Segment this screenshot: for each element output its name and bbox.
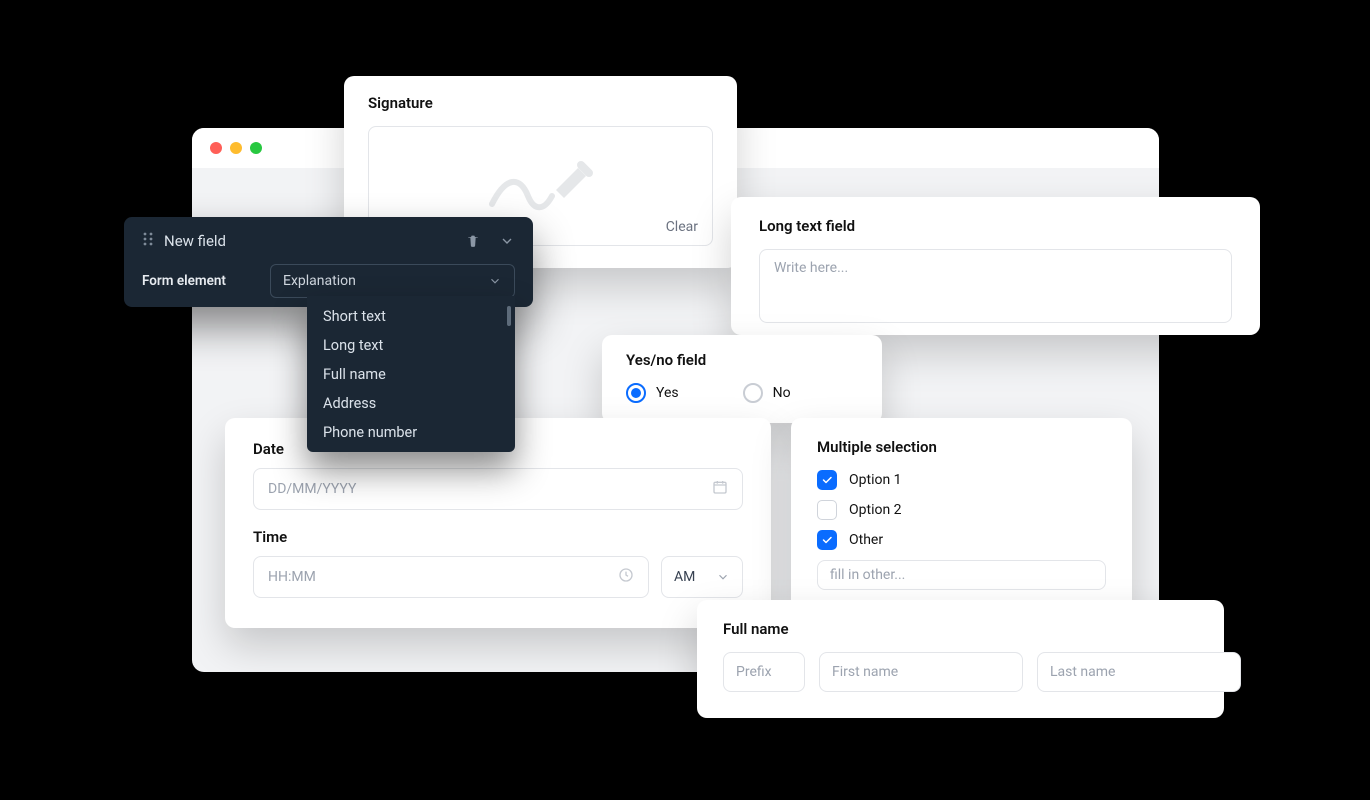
time-label: Time bbox=[253, 528, 743, 546]
multi-option-label: Option 1 bbox=[849, 472, 902, 488]
checkbox-icon bbox=[817, 530, 837, 550]
dropdown-scrollbar[interactable] bbox=[507, 306, 511, 326]
yesno-card: Yes/no field Yes No bbox=[602, 335, 882, 423]
dropdown-item[interactable]: Full name bbox=[307, 360, 515, 389]
longtext-title: Long text field bbox=[759, 217, 1232, 235]
collapse-toggle[interactable] bbox=[499, 233, 515, 249]
close-window-button[interactable] bbox=[210, 142, 222, 154]
prefix-input[interactable] bbox=[723, 652, 805, 692]
last-name-input[interactable] bbox=[1037, 652, 1241, 692]
drag-handle-icon[interactable] bbox=[142, 231, 154, 250]
form-element-value: Explanation bbox=[283, 273, 356, 289]
first-name-input[interactable] bbox=[819, 652, 1023, 692]
yesno-no-radio[interactable]: No bbox=[743, 383, 791, 403]
chevron-down-icon bbox=[716, 570, 730, 584]
longtext-card: Long text field bbox=[731, 197, 1260, 335]
chevron-down-icon bbox=[499, 233, 515, 249]
yesno-no-label: No bbox=[773, 385, 791, 401]
maximize-window-button[interactable] bbox=[250, 142, 262, 154]
form-element-dropdown: Short text Long text Full name Address P… bbox=[307, 296, 515, 452]
new-field-panel: New field Form element Explanation bbox=[124, 217, 533, 307]
multi-card: Multiple selection Option 1 Option 2 Oth… bbox=[791, 418, 1132, 610]
checkbox-icon bbox=[817, 500, 837, 520]
clock-icon bbox=[618, 567, 634, 587]
dropdown-item[interactable]: Long text bbox=[307, 331, 515, 360]
signature-title: Signature bbox=[368, 94, 713, 112]
yesno-yes-label: Yes bbox=[656, 385, 679, 401]
panel-title: New field bbox=[164, 232, 455, 250]
dropdown-item[interactable]: Short text bbox=[307, 302, 515, 331]
multi-option-other[interactable]: Other bbox=[817, 530, 1106, 550]
dropdown-item[interactable]: Address bbox=[307, 389, 515, 418]
form-element-select[interactable]: Explanation bbox=[270, 264, 515, 298]
chevron-down-icon bbox=[488, 274, 502, 288]
date-input-wrapper[interactable] bbox=[253, 468, 743, 510]
yesno-title: Yes/no field bbox=[626, 351, 858, 369]
longtext-input[interactable] bbox=[759, 249, 1232, 323]
minimize-window-button[interactable] bbox=[230, 142, 242, 154]
multi-option-label: Option 2 bbox=[849, 502, 902, 518]
calendar-icon bbox=[712, 479, 728, 499]
dropdown-item[interactable]: Phone number bbox=[307, 418, 515, 447]
ampm-select[interactable]: AM bbox=[661, 556, 743, 598]
fullname-title: Full name bbox=[723, 620, 1198, 638]
multi-option-2[interactable]: Option 2 bbox=[817, 500, 1106, 520]
multi-option-label: Other bbox=[849, 532, 883, 548]
radio-icon bbox=[626, 383, 646, 403]
multi-other-input[interactable] bbox=[817, 560, 1106, 590]
time-input[interactable] bbox=[268, 569, 608, 585]
signature-clear-button[interactable]: Clear bbox=[666, 219, 698, 235]
checkbox-icon bbox=[817, 470, 837, 490]
signature-icon bbox=[486, 156, 596, 216]
multi-option-1[interactable]: Option 1 bbox=[817, 470, 1106, 490]
multi-title: Multiple selection bbox=[817, 438, 1106, 456]
yesno-yes-radio[interactable]: Yes bbox=[626, 383, 679, 403]
date-input[interactable] bbox=[268, 481, 702, 497]
radio-icon bbox=[743, 383, 763, 403]
fullname-card: Full name bbox=[697, 600, 1224, 718]
ampm-value: AM bbox=[674, 569, 695, 585]
time-input-wrapper[interactable] bbox=[253, 556, 649, 598]
trash-icon bbox=[465, 233, 481, 249]
form-element-label: Form element bbox=[142, 273, 252, 289]
delete-field-button[interactable] bbox=[465, 233, 481, 249]
